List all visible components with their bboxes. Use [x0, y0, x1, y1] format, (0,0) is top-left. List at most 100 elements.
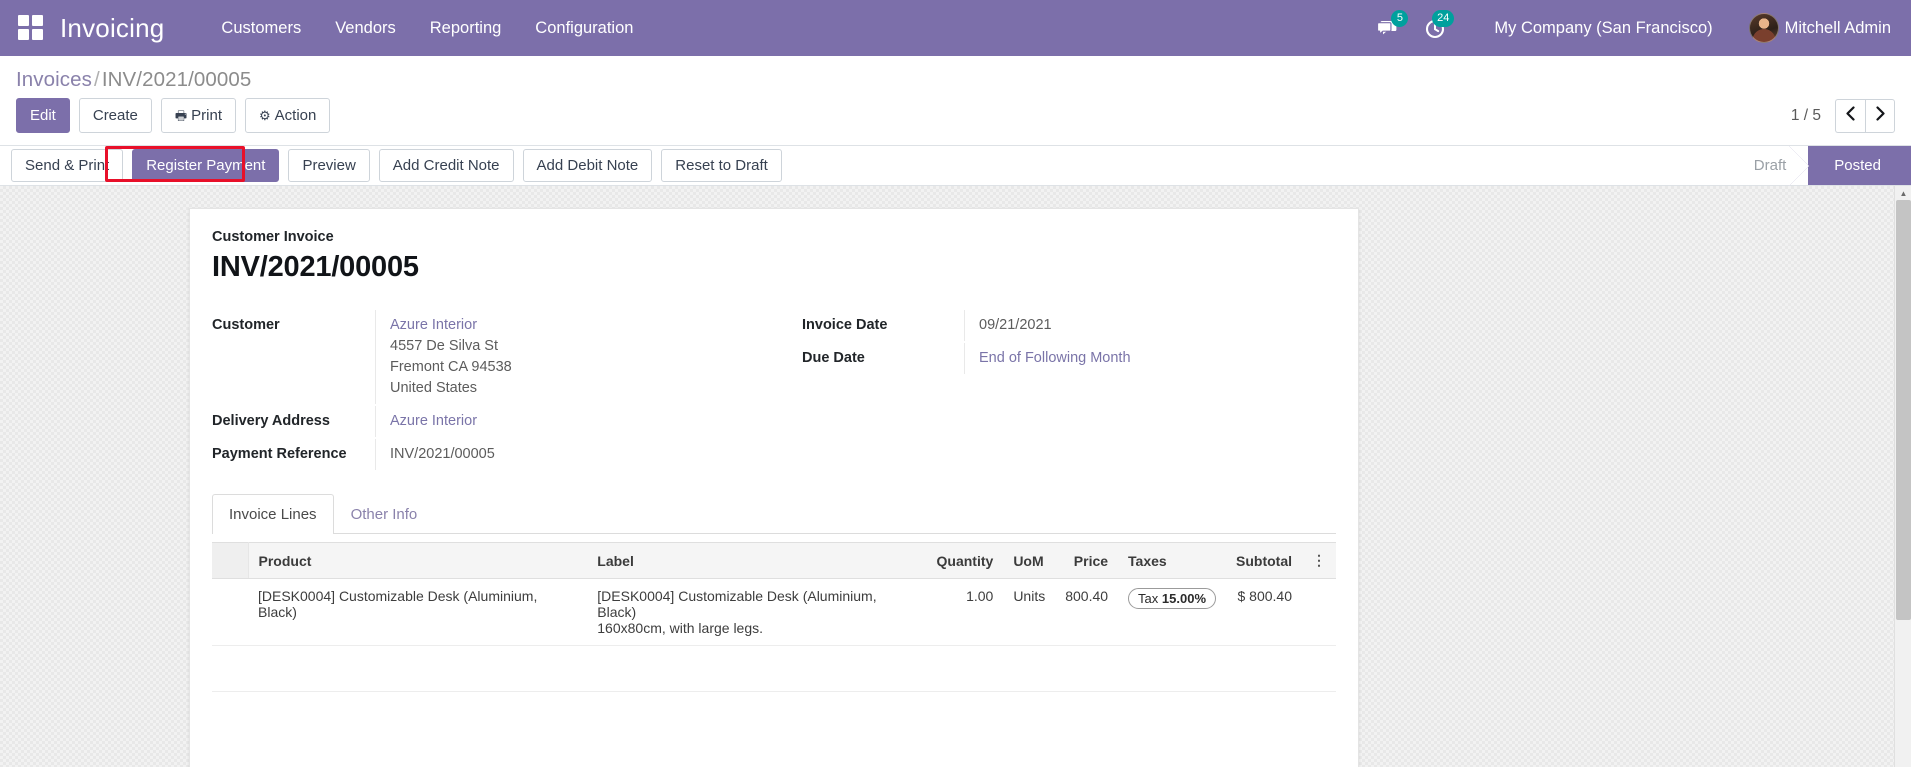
invoice-fields: Customer Azure Interior 4557 De Silva St…: [212, 310, 1336, 472]
preview-button[interactable]: Preview: [288, 149, 369, 182]
col-uom[interactable]: UoM: [1003, 543, 1055, 579]
table-row[interactable]: [DESK0004] Customizable Desk (Aluminium,…: [212, 579, 1336, 646]
scrollbar-thumb[interactable]: [1896, 200, 1911, 620]
col-quantity[interactable]: Quantity: [927, 543, 1004, 579]
field-delivery-address-label: Delivery Address: [212, 406, 375, 437]
avatar: [1749, 13, 1779, 43]
customer-link[interactable]: Azure Interior: [390, 315, 734, 336]
breadcrumb-current: INV/2021/00005: [102, 68, 252, 91]
sheet-subtitle: Customer Invoice: [212, 229, 1336, 245]
cell-price[interactable]: 800.40: [1055, 579, 1118, 646]
user-name: Mitchell Admin: [1785, 19, 1891, 38]
menu-reporting[interactable]: Reporting: [413, 11, 519, 46]
status-pipeline: Draft Posted: [1728, 146, 1911, 185]
scroll-up-arrow-icon[interactable]: ▲: [1895, 186, 1911, 200]
invoice-lines-header: Product Label Quantity UoM Price Taxes S…: [212, 543, 1336, 579]
cell-subtotal[interactable]: $ 800.40: [1226, 579, 1302, 646]
field-invoice-date-value: 09/21/2021: [964, 310, 1296, 341]
col-drag-handle: [212, 543, 248, 579]
print-button-label: Print: [191, 107, 222, 124]
action-button-label: Action: [275, 107, 317, 124]
chevron-left-icon: [1845, 106, 1856, 126]
send-and-print-button[interactable]: Send & Print: [11, 149, 123, 182]
field-customer: Customer Azure Interior 4557 De Silva St…: [212, 310, 734, 404]
cell-label[interactable]: [DESK0004] Customizable Desk (Aluminium,…: [587, 579, 926, 646]
tax-badge-prefix: Tax: [1138, 591, 1158, 606]
invoice-fields-right: Invoice Date 09/21/2021 Due Date End of …: [774, 310, 1336, 472]
customer-address-line-1: 4557 De Silva St: [390, 336, 734, 357]
col-product[interactable]: Product: [248, 543, 587, 579]
messages-button[interactable]: 5: [1366, 8, 1412, 48]
statusbar: Send & Print Register Payment Preview Ad…: [0, 146, 1911, 186]
pager-next-button[interactable]: [1865, 99, 1895, 133]
field-delivery-address-value[interactable]: Azure Interior: [375, 406, 734, 437]
table-row-empty[interactable]: [212, 646, 1336, 692]
tax-badge-value: 15.00%: [1162, 591, 1206, 606]
field-due-date-value[interactable]: End of Following Month: [964, 343, 1296, 374]
col-price[interactable]: Price: [1055, 543, 1118, 579]
field-payment-reference: Payment Reference INV/2021/00005: [212, 439, 734, 470]
app-brand-invoicing[interactable]: Invoicing: [60, 13, 164, 44]
notebook-tabs: Invoice Lines Other Info: [212, 494, 1336, 534]
menu-customers[interactable]: Customers: [204, 11, 318, 46]
page-title: INV/2021/00005: [212, 251, 1336, 284]
col-label[interactable]: Label: [587, 543, 926, 579]
register-payment-button[interactable]: Register Payment: [132, 149, 279, 182]
pager: 1 / 5: [1791, 99, 1895, 133]
statusbar-buttons: Send & Print Register Payment Preview Ad…: [0, 146, 791, 185]
breadcrumb-invoices[interactable]: Invoices: [16, 68, 92, 91]
field-customer-label: Customer: [212, 310, 375, 404]
field-delivery-address: Delivery Address Azure Interior: [212, 406, 734, 437]
activities-button[interactable]: 24: [1412, 8, 1458, 48]
column-options-icon[interactable]: ⋮: [1302, 543, 1336, 579]
menu-configuration[interactable]: Configuration: [518, 11, 650, 46]
edit-button[interactable]: Edit: [16, 98, 70, 133]
company-selector[interactable]: My Company (San Francisco): [1480, 11, 1726, 46]
action-button[interactable]: ⚙ Action: [245, 98, 330, 133]
cell-uom[interactable]: Units: [1003, 579, 1055, 646]
tab-invoice-lines[interactable]: Invoice Lines: [212, 494, 334, 534]
cell-taxes[interactable]: Tax 15.00%: [1118, 579, 1226, 646]
invoice-sheet: Customer Invoice INV/2021/00005 Customer…: [189, 208, 1359, 767]
status-posted[interactable]: Posted: [1808, 146, 1911, 185]
reset-to-draft-button[interactable]: Reset to Draft: [661, 149, 782, 182]
cell-product[interactable]: [DESK0004] Customizable Desk (Aluminium,…: [248, 579, 587, 646]
status-draft[interactable]: Draft: [1728, 146, 1809, 185]
field-payment-reference-value: INV/2021/00005: [375, 439, 734, 470]
tax-badge: Tax 15.00%: [1128, 588, 1216, 609]
add-debit-note-button[interactable]: Add Debit Note: [523, 149, 653, 182]
create-button[interactable]: Create: [79, 98, 152, 133]
tab-other-info[interactable]: Other Info: [334, 494, 435, 534]
empty-cell[interactable]: [248, 646, 1336, 692]
menu-vendors[interactable]: Vendors: [318, 11, 413, 46]
col-subtotal[interactable]: Subtotal: [1226, 543, 1302, 579]
customer-address-line-3: United States: [390, 378, 734, 399]
row-drag-handle[interactable]: [212, 579, 248, 646]
cell-row-options[interactable]: [1302, 579, 1336, 646]
invoice-lines-table: Product Label Quantity UoM Price Taxes S…: [212, 542, 1336, 692]
empty-drag-handle: [212, 646, 248, 692]
field-due-date: Due Date End of Following Month: [802, 343, 1296, 374]
field-invoice-date: Invoice Date 09/21/2021: [802, 310, 1296, 341]
user-menu[interactable]: Mitchell Admin: [1739, 9, 1897, 47]
apps-grid-icon[interactable]: [18, 15, 44, 41]
chevron-right-icon: [1875, 106, 1886, 126]
add-credit-note-button[interactable]: Add Credit Note: [379, 149, 514, 182]
printer-icon: 🖶: [175, 108, 187, 123]
control-panel-buttons: Edit Create 🖶 Print ⚙ Action 1 / 5: [16, 98, 1895, 145]
field-customer-value: Azure Interior 4557 De Silva St Fremont …: [375, 310, 734, 404]
cell-label-main: [DESK0004] Customizable Desk (Aluminium,…: [597, 588, 916, 620]
print-button[interactable]: 🖶 Print: [161, 98, 236, 133]
field-payment-reference-label: Payment Reference: [212, 439, 375, 470]
col-taxes[interactable]: Taxes: [1118, 543, 1226, 579]
breadcrumb: Invoices/INV/2021/00005: [16, 66, 1895, 98]
cell-quantity[interactable]: 1.00: [927, 579, 1004, 646]
messages-count-badge: 5: [1391, 10, 1408, 27]
activities-count-badge: 24: [1432, 10, 1454, 27]
content-area: Customer Invoice INV/2021/00005 Customer…: [0, 186, 1911, 767]
pager-previous-button[interactable]: [1835, 99, 1865, 133]
table-header-row: Product Label Quantity UoM Price Taxes S…: [212, 543, 1336, 579]
vertical-scrollbar[interactable]: ▲: [1894, 186, 1911, 767]
gear-icon: ⚙: [259, 108, 271, 123]
field-invoice-date-label: Invoice Date: [802, 310, 964, 341]
